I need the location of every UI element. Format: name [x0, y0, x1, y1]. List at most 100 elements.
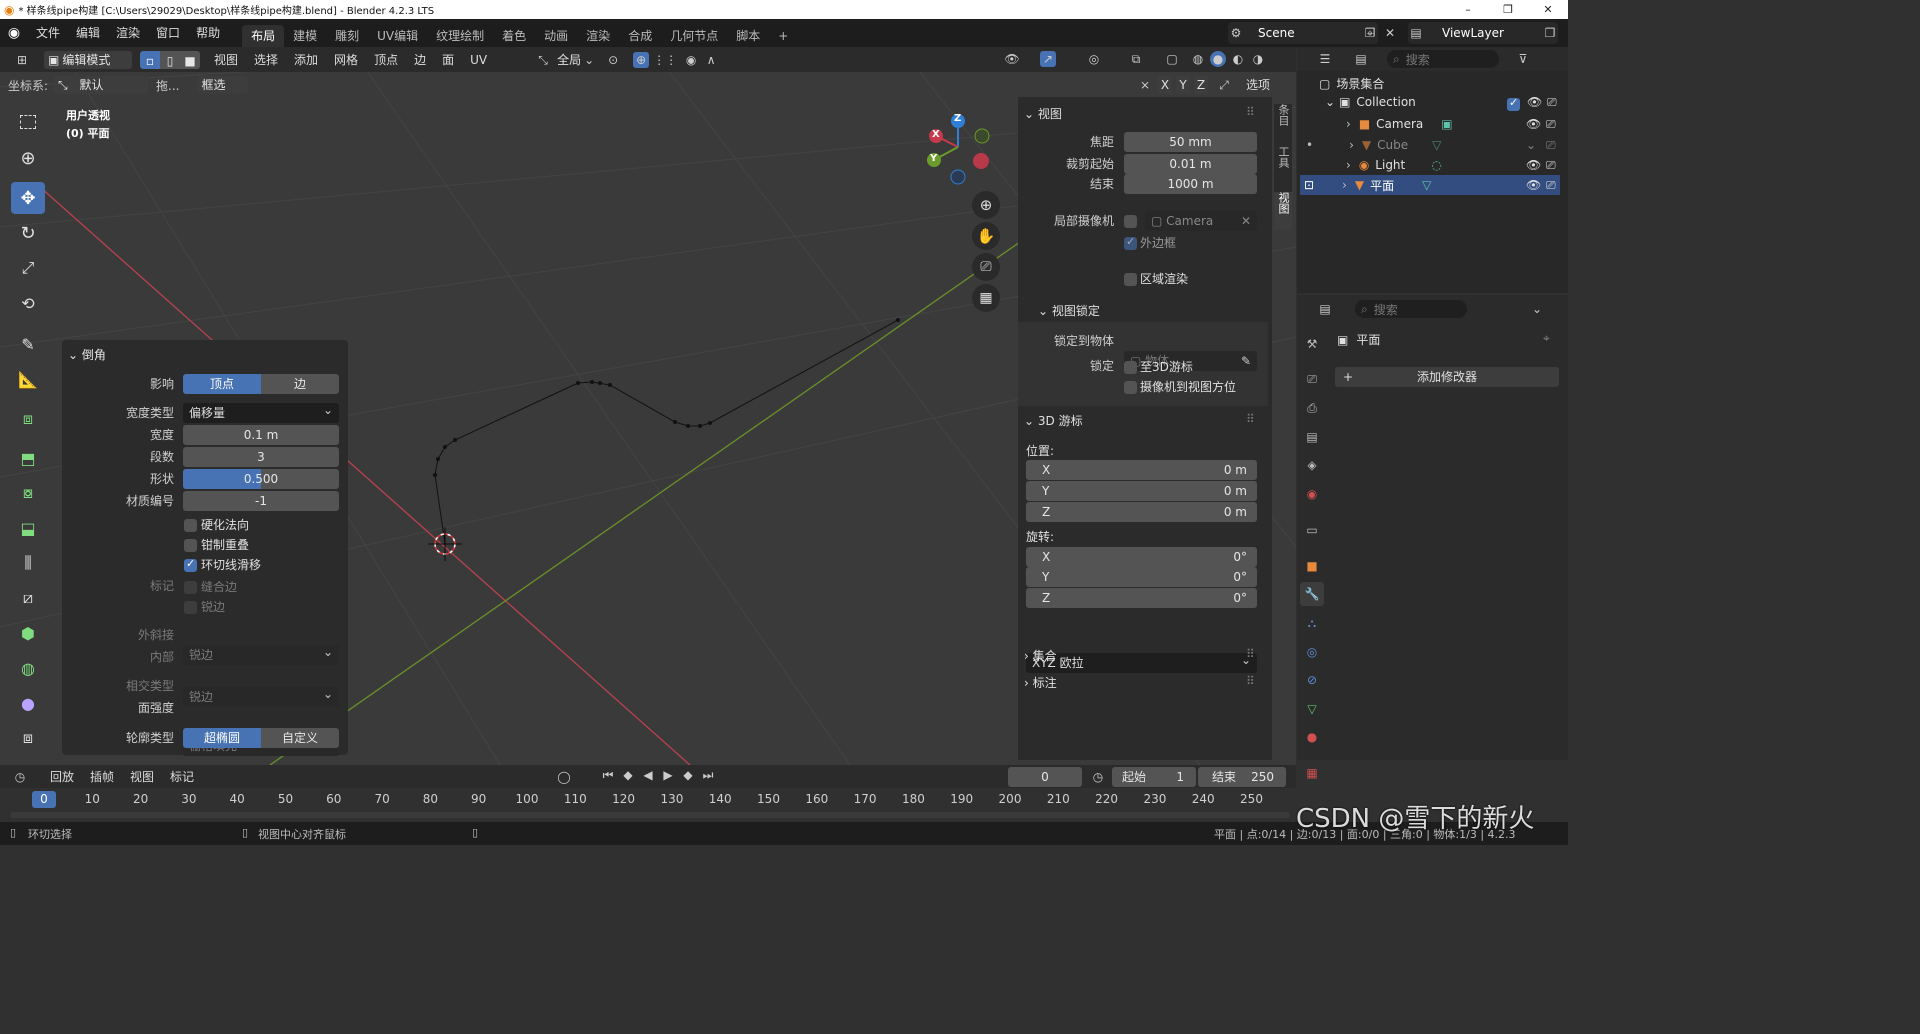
snap-target-icon[interactable]: ⋮⋮ — [653, 52, 677, 68]
face-select-icon[interactable]: ■ — [180, 50, 200, 69]
visibility-icon[interactable]: 👁 — [1004, 51, 1020, 67]
collection-row[interactable]: ⌄ ▣ Collection — [1325, 95, 1416, 109]
menu-view[interactable]: 视图 — [206, 46, 246, 74]
xray-icon[interactable]: ⧉ — [1128, 51, 1144, 67]
profile-superellipse-button[interactable]: 超椭圆 — [183, 728, 261, 748]
world-properties-icon[interactable]: ◉ — [1300, 482, 1324, 506]
tab-geometry-nodes[interactable]: 几何节点 — [661, 25, 727, 47]
menu-marker[interactable]: 标记 — [162, 763, 202, 791]
render-camera-icon[interactable]: ⎚ — [1546, 158, 1556, 173]
tab-rendering[interactable]: 渲染 — [577, 25, 619, 47]
local-camera-field[interactable]: ▢ Camera ✕ — [1145, 211, 1257, 231]
auto-keying-icon[interactable]: ◯ — [556, 769, 572, 785]
select-box-tool-icon[interactable] — [11, 106, 45, 138]
eye-icon[interactable]: 👁 — [1526, 117, 1541, 131]
mark-sharp-checkbox[interactable]: 锐边 — [184, 598, 225, 615]
constraints-properties-icon[interactable]: ⊘ — [1300, 668, 1324, 692]
width-type-select[interactable]: 偏移量 — [183, 400, 339, 423]
clip-end-field[interactable]: 1000 m — [1124, 174, 1257, 194]
proportional-edit-icon[interactable]: ◉ — [683, 52, 699, 68]
pan-hand-icon[interactable]: ✋ — [972, 222, 1000, 250]
tab-scripting[interactable]: 脚本 — [727, 25, 769, 47]
outliner-item-plane[interactable]: ⊡ › ▼ 平面 ▽ 👁 ⎚ — [1300, 175, 1560, 195]
outliner-item-light[interactable]: › ◉ Light ◌ 👁 ⎚ — [1300, 155, 1560, 175]
view-layer-properties-icon[interactable]: ▤ — [1300, 425, 1324, 449]
clip-start-field[interactable]: 0.01 m — [1124, 154, 1257, 174]
close-window-button[interactable]: ✕ — [1528, 0, 1568, 19]
scene-properties-icon[interactable]: ◈ — [1300, 453, 1324, 477]
bevel-tool-icon[interactable]: ⬓ — [11, 512, 45, 544]
affect-edges-button[interactable]: 边 — [261, 374, 339, 394]
cursor-rotation-z[interactable]: Z 0° — [1026, 588, 1257, 608]
menu-uv[interactable]: UV — [462, 46, 495, 74]
editor-type-icon[interactable]: ⊞ — [14, 52, 30, 68]
drag-handle-icon[interactable]: ⠿ — [1246, 412, 1255, 426]
physics-properties-icon[interactable]: ◎ — [1300, 640, 1324, 664]
modifier-properties-icon[interactable]: 🔧 — [1300, 582, 1324, 606]
mark-seam-checkbox[interactable]: 缝合边 — [184, 578, 237, 595]
gizmo-toggle-icon[interactable]: ↗ — [1040, 51, 1056, 67]
clear-icon[interactable]: ✕ — [1241, 211, 1251, 231]
render-camera-icon[interactable]: ⎚ — [1546, 138, 1556, 153]
rotate-tool-icon[interactable]: ↻ — [11, 217, 45, 249]
inset-tool-icon[interactable]: ⧇ — [11, 477, 45, 509]
mode-select[interactable]: ▣ 编辑模式 — [44, 50, 132, 69]
menu-timeline-view[interactable]: 视图 — [122, 763, 162, 791]
cursor-rotation-x[interactable]: X 0° — [1026, 547, 1257, 567]
clamp-overlap-checkbox[interactable]: 钳制重叠 — [184, 536, 249, 553]
options-menu[interactable]: 选项 — [1246, 76, 1270, 93]
jump-start-icon[interactable]: ⏮ — [600, 767, 616, 783]
scene-collection-row[interactable]: ▢ 场景集合 — [1319, 75, 1384, 92]
add-cube-tool-icon[interactable]: ⧈ — [11, 403, 45, 435]
mirror-x[interactable]: X — [1158, 76, 1172, 94]
tab-compositing[interactable]: 合成 — [619, 25, 661, 47]
rotation-mode-select[interactable]: XYZ 欧拉 — [1026, 650, 1257, 673]
smooth-tool-icon[interactable]: ● — [11, 687, 45, 719]
menu-vertex[interactable]: 顶点 — [366, 46, 406, 74]
outliner-item-cube[interactable]: • › ▼ Cube ▽ ⌄ ⎚ — [1300, 135, 1560, 155]
render-properties-icon[interactable]: ⎚ — [1300, 367, 1324, 391]
segments-field[interactable]: 3 — [183, 447, 339, 467]
render-camera-icon[interactable]: ⎚ — [1547, 95, 1557, 110]
display-mode-icon[interactable]: ▤ — [1353, 51, 1369, 67]
inner-miter-select[interactable]: 锐边 — [183, 684, 339, 707]
cursor-tool-icon[interactable]: ⊕ — [11, 142, 45, 174]
mirror-y[interactable]: Y — [1176, 76, 1190, 94]
collections-section-header[interactable]: › 集合 — [1024, 647, 1057, 664]
drag-handle-icon[interactable]: ⠿ — [1246, 647, 1255, 661]
menu-help[interactable]: 帮助 — [188, 19, 228, 47]
mirror-z[interactable]: Z — [1194, 76, 1208, 94]
eye-icon[interactable]: 👁 — [1526, 158, 1541, 172]
render-camera-icon[interactable]: ⎚ — [1546, 178, 1556, 193]
camera-to-view-checkbox[interactable]: 摄像机到视图方位 — [1124, 378, 1236, 395]
lock-to-cursor-checkbox[interactable]: 至3D游标 — [1124, 358, 1193, 375]
zoom-icon[interactable]: ⊕ — [972, 191, 1000, 219]
menu-edit[interactable]: 编辑 — [68, 19, 108, 47]
maximize-button[interactable]: ❐ — [1488, 0, 1528, 19]
drag-label[interactable]: 拖... — [156, 77, 179, 94]
next-keyframe-icon[interactable]: ◆ — [680, 767, 696, 783]
blender-menu-icon[interactable]: ◉ — [0, 25, 28, 41]
poly-build-tool-icon[interactable]: ⬢ — [11, 617, 45, 649]
timeline-scrollbar[interactable] — [10, 812, 1290, 818]
passepartout-checkbox[interactable]: 外边框 — [1124, 234, 1176, 251]
loop-slide-checkbox[interactable]: 环切线滑移 — [184, 556, 261, 573]
eye-hidden-icon[interactable]: ⌄ — [1526, 138, 1536, 152]
menu-face[interactable]: 面 — [434, 46, 462, 74]
collection-exclude-checkbox[interactable] — [1507, 96, 1520, 111]
perspective-toggle-icon[interactable]: ▦ — [972, 284, 1000, 312]
add-workspace-button[interactable]: + — [769, 25, 797, 47]
bevel-panel-header[interactable]: ⌄ 倒角 — [68, 346, 106, 363]
chevron-down-icon[interactable]: ⌄ — [1529, 301, 1545, 317]
start-frame-field[interactable]: 起始 1 — [1112, 767, 1196, 787]
view-layer-selector[interactable]: ▤ ViewLayer ❐ — [1408, 22, 1558, 44]
menu-add[interactable]: 添加 — [286, 46, 326, 74]
move-tool-icon[interactable]: ✥ — [11, 182, 45, 214]
tab-uv-editing[interactable]: UV编辑 — [368, 25, 427, 47]
spin-tool-icon[interactable]: ◍ — [11, 652, 45, 684]
tab-sculpting[interactable]: 雕刻 — [326, 25, 368, 47]
drag-handle-icon[interactable]: ⠿ — [1246, 674, 1255, 688]
tab-view[interactable]: 视图 — [1274, 192, 1292, 230]
annotations-section-header[interactable]: › 标注 — [1024, 674, 1057, 691]
menu-mesh[interactable]: 网格 — [326, 46, 366, 74]
